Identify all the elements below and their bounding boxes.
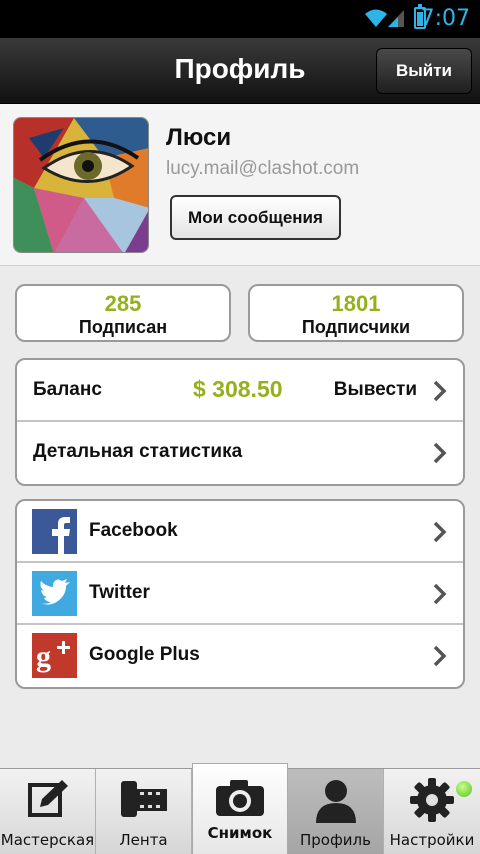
social-label-facebook: Facebook — [89, 520, 178, 541]
following-box[interactable]: 285 Подписан — [15, 284, 231, 342]
account-card: Баланс $ 308.50 Вывести Детальная статис… — [15, 358, 465, 486]
social-row-facebook[interactable]: Facebook — [17, 501, 463, 563]
app-header: Профиль Выйти — [0, 38, 480, 104]
chevron-right-icon — [433, 442, 447, 464]
social-label-twitter: Twitter — [89, 582, 150, 603]
profile-name: Люси — [166, 124, 232, 151]
detailed-stats-label: Детальная статистика — [33, 441, 243, 462]
social-row-google-plus[interactable]: g Google Plus — [17, 625, 463, 687]
tab-label: Профиль — [300, 831, 371, 849]
balance-value: $ 308.50 — [193, 376, 283, 402]
tab-label: Настройки — [389, 831, 475, 849]
wifi-icon — [365, 9, 387, 27]
google-plus-icon: g — [32, 633, 77, 678]
twitter-icon — [32, 571, 77, 616]
balance-row[interactable]: Баланс $ 308.50 Вывести — [17, 360, 463, 422]
followers-label: Подписчики — [301, 317, 411, 337]
svg-text:g: g — [36, 640, 51, 673]
user-icon — [315, 780, 356, 823]
my-messages-button[interactable]: Мои сообщения — [170, 195, 341, 240]
camera-icon — [216, 780, 264, 816]
social-label-google-plus: Google Plus — [89, 644, 200, 665]
profile-email: lucy.mail@clashot.com — [166, 158, 360, 179]
logout-button[interactable]: Выйти — [376, 48, 472, 94]
tab-label: Лента — [119, 831, 168, 849]
tab-label: Мастерская — [0, 831, 95, 849]
profile-section: Люси lucy.mail@clashot.com Мои сообщения — [0, 104, 480, 266]
gear-icon — [410, 778, 454, 822]
balance-label: Баланс — [33, 379, 102, 400]
following-label: Подписан — [78, 317, 168, 337]
chevron-right-icon — [433, 521, 447, 543]
bottom-tab-bar: Мастерская Лента Снимок Профиль Настройк… — [0, 763, 480, 854]
chevron-right-icon — [433, 583, 447, 605]
tab-feed[interactable]: Лента — [96, 769, 192, 854]
social-row-twitter[interactable]: Twitter — [17, 563, 463, 625]
signal-icon — [388, 10, 404, 27]
tab-workshop[interactable]: Мастерская — [0, 769, 96, 854]
following-count: 285 — [104, 291, 142, 316]
tab-snapshot[interactable]: Снимок — [192, 763, 288, 854]
followers-box[interactable]: 1801 Подписчики — [248, 284, 464, 342]
withdraw-label: Вывести — [333, 379, 417, 400]
status-time: 7:07 — [420, 6, 470, 31]
social-card: Facebook Twitter g Google Plus — [15, 499, 465, 689]
avatar[interactable] — [13, 117, 149, 253]
edit-icon — [27, 780, 68, 817]
chevron-right-icon — [433, 645, 447, 667]
avatar-image — [14, 118, 148, 252]
chevron-right-icon — [433, 380, 447, 402]
status-bar: 7:07 — [0, 0, 480, 38]
tab-profile[interactable]: Профиль — [288, 769, 384, 854]
facebook-icon — [32, 509, 77, 554]
tab-label: Снимок — [207, 824, 273, 842]
detailed-stats-row[interactable]: Детальная статистика — [17, 422, 463, 484]
notification-dot — [456, 781, 472, 797]
film-icon — [120, 781, 167, 817]
tab-settings[interactable]: Настройки — [384, 769, 480, 854]
followers-count: 1801 — [331, 291, 381, 316]
